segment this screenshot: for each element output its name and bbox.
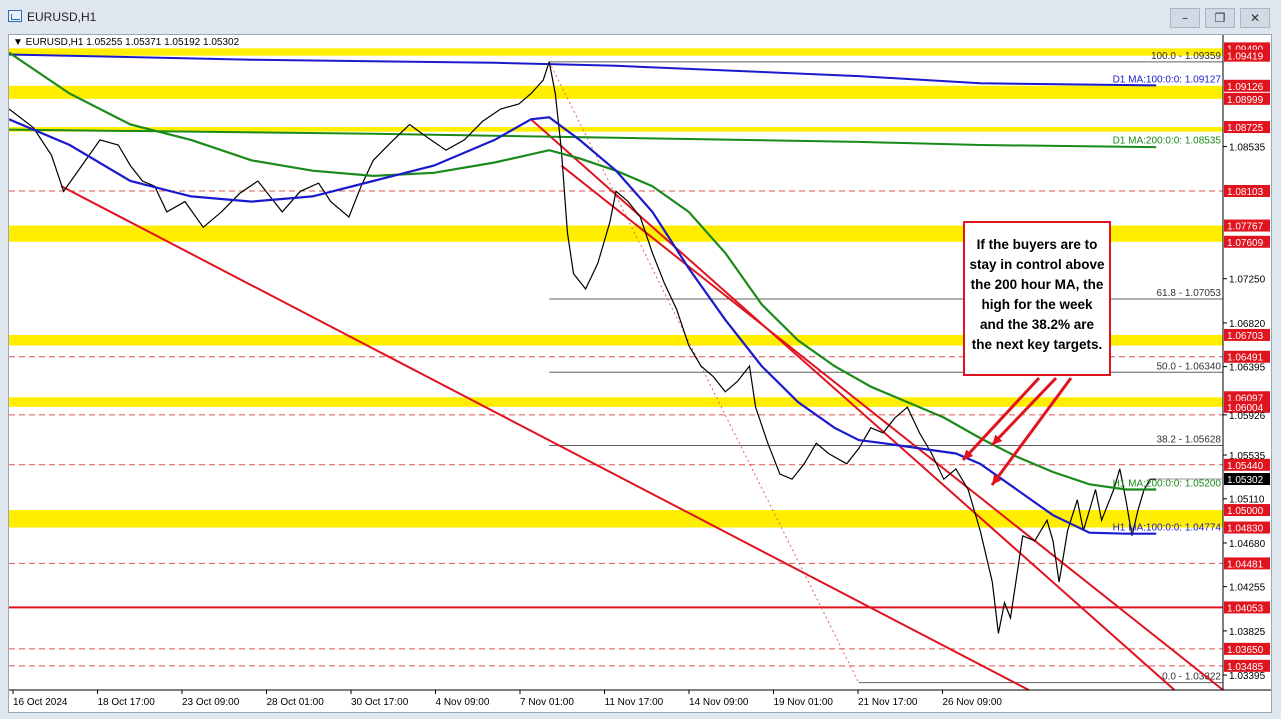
fib-level-label: 38.2 - 1.05628 (1157, 434, 1222, 445)
symbol-header: ▼ EURUSD,H1 1.05255 1.05371 1.05192 1.05… (13, 37, 240, 48)
chart-window-icon (8, 10, 22, 22)
fib-level-label: 61.8 - 1.07053 (1157, 288, 1222, 299)
ma-label: H1 MA:200:0:0: 1.05200 (1113, 478, 1222, 489)
d1-ma100-line (9, 53, 1157, 87)
time-tick-label: 4 Nov 09:00 (436, 697, 490, 708)
annotation-box: If the buyers are to stay in control abo… (963, 221, 1111, 376)
ma-label: D1 MA:100:0:0: 1.09127 (1113, 75, 1222, 86)
price-tag-label: 1.08725 (1227, 123, 1264, 134)
window-title: EURUSD,H1 (27, 10, 97, 24)
yellow-zone (9, 48, 1223, 56)
price-tag-label: 1.05440 (1227, 461, 1264, 472)
yellow-zone (9, 85, 1223, 99)
price-tag-label: 1.05000 (1227, 506, 1264, 517)
price-tag-label: 1.04830 (1227, 524, 1264, 535)
time-tick-label: 23 Oct 09:00 (182, 697, 240, 708)
price-tick-label: 1.03825 (1229, 627, 1266, 638)
price-tick-label: 1.03395 (1229, 671, 1266, 682)
time-tick-label: 28 Oct 01:00 (267, 697, 325, 708)
price-tick-label: 1.06395 (1229, 363, 1266, 374)
price-tag-label: 1.08999 (1227, 95, 1264, 106)
fib-level-label: 50.0 - 1.06340 (1157, 361, 1222, 372)
current-price-label: 1.05302 (1227, 475, 1264, 486)
price-tag-label: 1.04481 (1227, 559, 1264, 570)
ma-label: H1 MA:100:0:0: 1.04774 (1113, 522, 1222, 533)
time-tick-label: 16 Oct 2024 (13, 697, 68, 708)
time-tick-label: 7 Nov 01:00 (520, 697, 574, 708)
time-tick-label: 30 Oct 17:00 (351, 697, 409, 708)
price-tick-label: 1.06820 (1229, 319, 1266, 330)
yellow-zone (9, 397, 1223, 407)
time-tick-label: 19 Nov 01:00 (774, 697, 834, 708)
price-tag-label: 1.07609 (1227, 238, 1264, 249)
trend-line (560, 164, 1224, 691)
price-tag-label: 1.03650 (1227, 645, 1264, 656)
price-tick-label: 1.04680 (1229, 539, 1266, 550)
price-tick-label: 1.07250 (1229, 275, 1266, 286)
price-tag-label: 1.08103 (1227, 187, 1264, 198)
price-tag-label: 1.09126 (1227, 82, 1264, 93)
price-tick-label: 1.05926 (1229, 411, 1266, 422)
minimize-button[interactable]: – (1170, 8, 1200, 28)
ma-label: D1 MA:200:0:0: 1.08535 (1113, 136, 1222, 147)
close-button[interactable]: ✕ (1240, 8, 1270, 28)
time-tick-label: 18 Oct 17:00 (98, 697, 156, 708)
fib-level-label: 100.0 - 1.09359 (1151, 51, 1221, 62)
title-bar: EURUSD,H1 – ❐ ✕ (0, 0, 1281, 34)
yellow-zone (9, 510, 1223, 528)
price-tag-label: 1.04053 (1227, 603, 1264, 614)
price-tick-label: 1.08535 (1229, 143, 1266, 154)
time-tick-label: 14 Nov 09:00 (689, 697, 749, 708)
time-tick-label: 11 Nov 17:00 (605, 697, 664, 708)
price-tag-label: 1.07767 (1227, 222, 1264, 233)
price-tag-label: 1.06703 (1227, 331, 1264, 342)
price-tick-label: 1.04255 (1229, 583, 1266, 594)
maximize-button[interactable]: ❐ (1205, 8, 1235, 28)
price-tag-label: 1.09419 (1227, 52, 1264, 63)
time-tick-label: 26 Nov 09:00 (943, 697, 1003, 708)
trend-line (60, 185, 1030, 691)
time-tick-label: 21 Nov 17:00 (858, 697, 918, 708)
